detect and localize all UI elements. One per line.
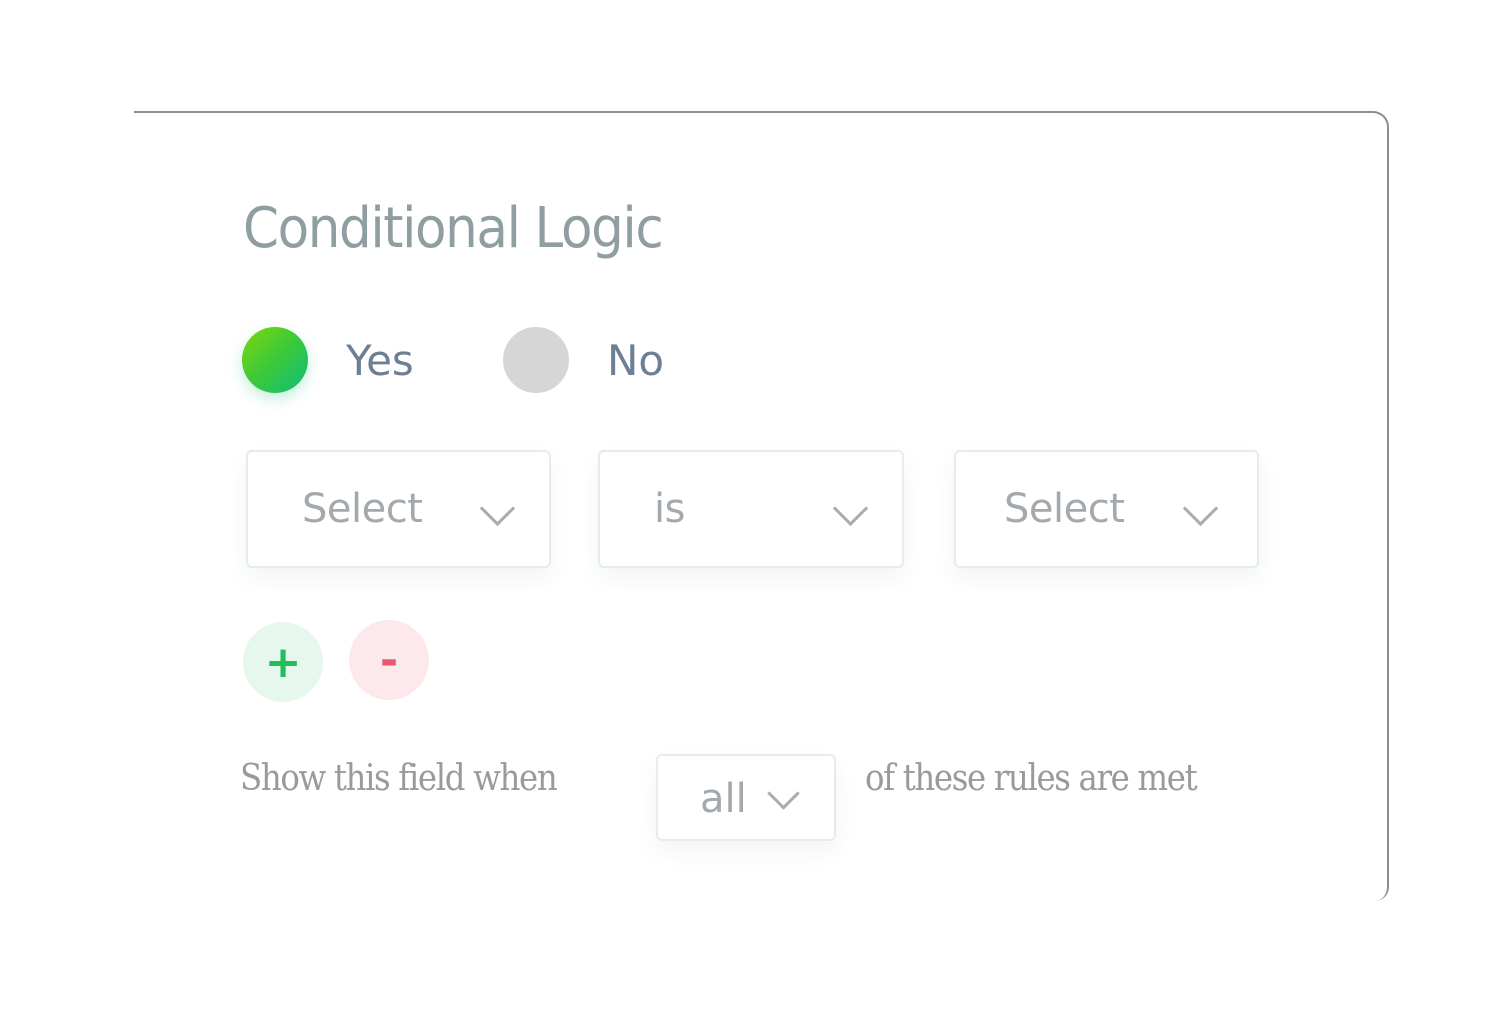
remove-rule-button[interactable]: -	[349, 620, 429, 700]
radio-selected-icon	[242, 327, 308, 393]
match-type-select[interactable]: all	[656, 754, 836, 841]
chevron-down-icon	[767, 777, 800, 810]
minus-icon: -	[379, 634, 399, 686]
field-select-value: Select	[302, 486, 423, 532]
radio-no-label: No	[607, 335, 665, 385]
chevron-down-icon	[832, 490, 869, 527]
panel-title: Conditional Logic	[243, 196, 664, 261]
radio-yes[interactable]: Yes	[242, 327, 414, 393]
match-suffix-text: of these rules are met	[865, 758, 1198, 799]
chevron-down-icon	[1182, 490, 1219, 527]
match-type-value: all	[700, 776, 747, 822]
radio-unselected-icon	[503, 327, 569, 393]
value-select-value: Select	[1004, 486, 1125, 532]
chevron-down-icon	[479, 490, 516, 527]
match-prefix-text: Show this field when	[240, 758, 558, 799]
value-select[interactable]: Select	[954, 450, 1259, 568]
radio-no[interactable]: No	[503, 327, 664, 393]
operator-select[interactable]: is	[598, 450, 904, 568]
field-select[interactable]: Select	[246, 450, 551, 568]
operator-select-value: is	[654, 486, 685, 532]
plus-icon: +	[264, 636, 302, 688]
radio-yes-label: Yes	[346, 335, 414, 385]
add-rule-button[interactable]: +	[243, 622, 323, 702]
